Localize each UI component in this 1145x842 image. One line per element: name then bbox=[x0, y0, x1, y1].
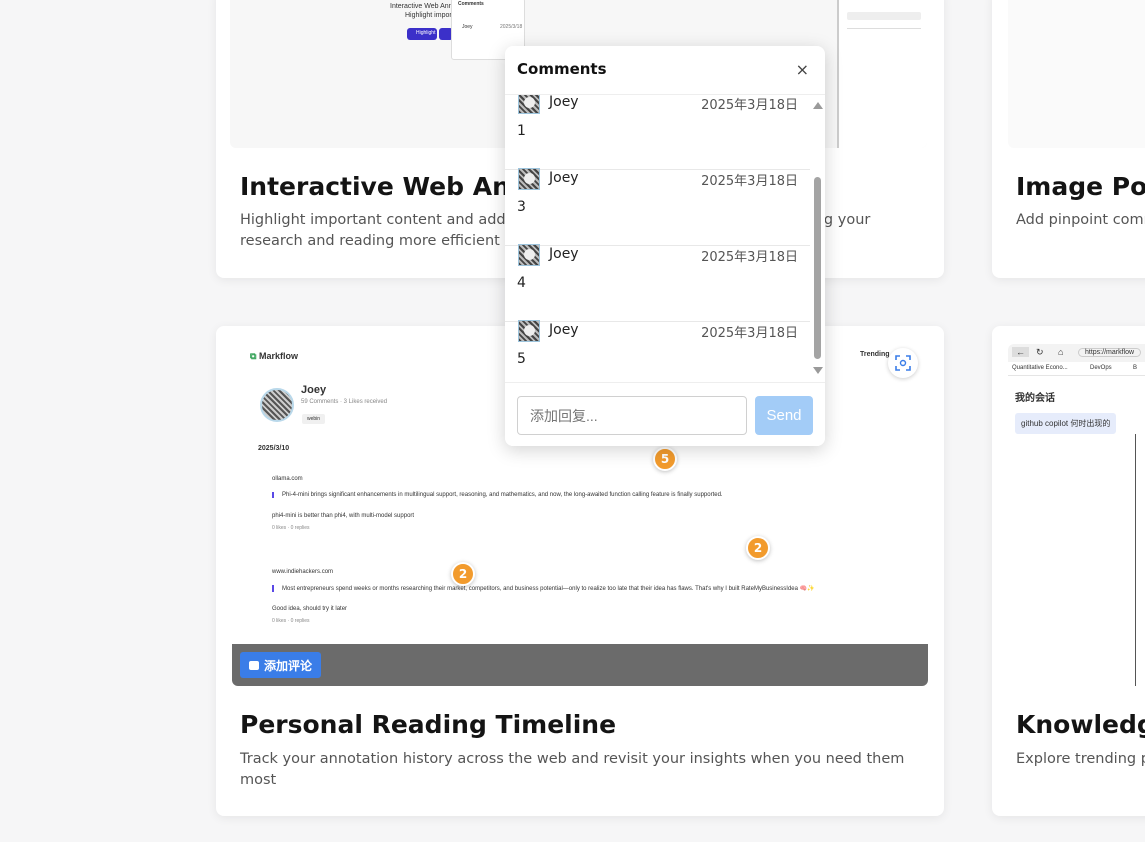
reload-icon: ↻ bbox=[1036, 347, 1044, 357]
mini-entry-site: ollama.com bbox=[272, 476, 303, 482]
comment-date: 2025年3月18日 bbox=[701, 174, 798, 189]
mini-divider bbox=[1135, 434, 1136, 686]
avatar bbox=[518, 95, 540, 114]
comment-count-badge[interactable]: 2 bbox=[746, 536, 770, 560]
mini-trending-link: Trending bbox=[860, 351, 890, 358]
mini-entry-note: phi4-mini is better than phi4, with mult… bbox=[272, 513, 415, 519]
mini-brand-icon: ⧉ bbox=[250, 351, 257, 361]
comments-list[interactable]: Joey 2025年3月18日 1 Joey 2025年3月18日 3 Joey… bbox=[505, 95, 825, 382]
mini-entry-meta: 0 likes · 0 replies bbox=[272, 618, 310, 624]
close-icon[interactable]: × bbox=[796, 60, 809, 79]
scroll-down-arrow-icon[interactable] bbox=[813, 367, 823, 374]
mini-url: https://markflow bbox=[1078, 348, 1142, 357]
feature-description: Add pinpoint comments on images for prec… bbox=[1016, 212, 1145, 228]
comment-item: Joey 2025年3月18日 4 bbox=[505, 244, 810, 322]
mini-entry-site: www.indiehackers.com bbox=[272, 569, 334, 575]
mini-entry-note: Good idea, should try it later bbox=[272, 606, 348, 612]
comment-icon bbox=[249, 660, 259, 670]
comment-count-badge[interactable]: 2 bbox=[451, 562, 475, 586]
comment-date: 2025年3月18日 bbox=[701, 98, 798, 113]
avatar bbox=[518, 244, 540, 266]
comment-item: Joey 2025年3月18日 1 bbox=[505, 95, 810, 170]
comment-text: 5 bbox=[517, 351, 526, 367]
scroll-up-arrow-icon[interactable] bbox=[813, 102, 823, 109]
mini-entry-quote: Most entrepreneurs spend weeks or months… bbox=[272, 585, 815, 592]
feature-screenshot-image-point bbox=[1008, 0, 1145, 148]
feature-description: Explore trending pages and discussions i… bbox=[1016, 751, 1145, 767]
comment-author: Joey bbox=[549, 322, 579, 338]
comment-item: Joey 2025年3月18日 5 bbox=[505, 320, 810, 382]
mini-avatar bbox=[260, 388, 294, 422]
reply-input[interactable] bbox=[517, 396, 747, 435]
feature-description: Track your annotation history across the… bbox=[240, 751, 905, 788]
comment-author: Joey bbox=[549, 170, 579, 186]
comment-author: Joey bbox=[549, 95, 579, 110]
back-icon: ← bbox=[1012, 347, 1029, 357]
home-icon: ⌂ bbox=[1058, 347, 1064, 357]
comment-date: 2025年3月18日 bbox=[701, 250, 798, 265]
comment-item: Joey 2025年3月18日 3 bbox=[505, 168, 810, 246]
feature-title: Personal Reading Timeline bbox=[240, 710, 617, 739]
send-button[interactable]: Send bbox=[755, 396, 813, 435]
comment-count-badge[interactable]: 5 bbox=[653, 447, 677, 471]
mini-tag: webin bbox=[302, 414, 326, 424]
popup-header: Comments × bbox=[505, 46, 825, 95]
avatar bbox=[518, 320, 540, 342]
mini-browser-toolbar: ← ↻ ⌂ https://markflow bbox=[1008, 344, 1145, 362]
add-comment-bar: 添加评论 bbox=[232, 644, 928, 686]
mini-right-panel bbox=[837, 0, 927, 148]
mini-username: Joey bbox=[301, 384, 327, 396]
comment-author: Joey bbox=[549, 246, 579, 262]
mini-highlight-button: Highlight bbox=[407, 28, 437, 40]
popup-title: Comments bbox=[517, 60, 607, 78]
feature-screenshot-knowledge: ← ↻ ⌂ https://markflow Quantitative Econ… bbox=[1008, 344, 1145, 686]
comment-text: 3 bbox=[517, 199, 526, 215]
mini-brand: ⧉ Markflow bbox=[250, 351, 298, 361]
mini-bookmarks: Quantitative Econo... DevOps B bbox=[1008, 362, 1145, 376]
comment-date: 2025年3月18日 bbox=[701, 326, 798, 341]
scrollbar[interactable] bbox=[812, 95, 823, 382]
feature-card-image-point: Image Pointer Comments Add pinpoint comm… bbox=[992, 0, 1145, 278]
comments-popup: Comments × Joey 2025年3月18日 1 Joey 2025年3… bbox=[505, 46, 825, 446]
mini-date: 2025/3/10 bbox=[258, 445, 290, 452]
mini-entry-quote: Phi-4-mini brings significant enhancemen… bbox=[272, 492, 723, 498]
mini-chip: github copilot 何时出现的 bbox=[1015, 413, 1117, 434]
screenshot-capture-button[interactable] bbox=[888, 348, 918, 378]
comment-text: 4 bbox=[517, 275, 526, 291]
comment-text: 1 bbox=[517, 123, 526, 139]
mini-heading: 我的会话 bbox=[1015, 393, 1055, 404]
mini-entry-meta: 0 likes · 0 replies bbox=[272, 525, 310, 531]
feature-title: Image Pointer Comments bbox=[1016, 172, 1145, 201]
mini-stats: 59 Comments · 3 Likes received bbox=[301, 399, 388, 405]
focus-capture-icon bbox=[895, 355, 911, 371]
feature-card-knowledge: ← ↻ ⌂ https://markflow Quantitative Econ… bbox=[992, 326, 1145, 816]
reply-area: Send bbox=[505, 382, 825, 446]
scrollbar-thumb[interactable] bbox=[814, 177, 821, 359]
add-comment-button[interactable]: 添加评论 bbox=[240, 652, 322, 678]
feature-title: Knowledge Discovery bbox=[1016, 710, 1145, 739]
avatar bbox=[518, 168, 540, 190]
